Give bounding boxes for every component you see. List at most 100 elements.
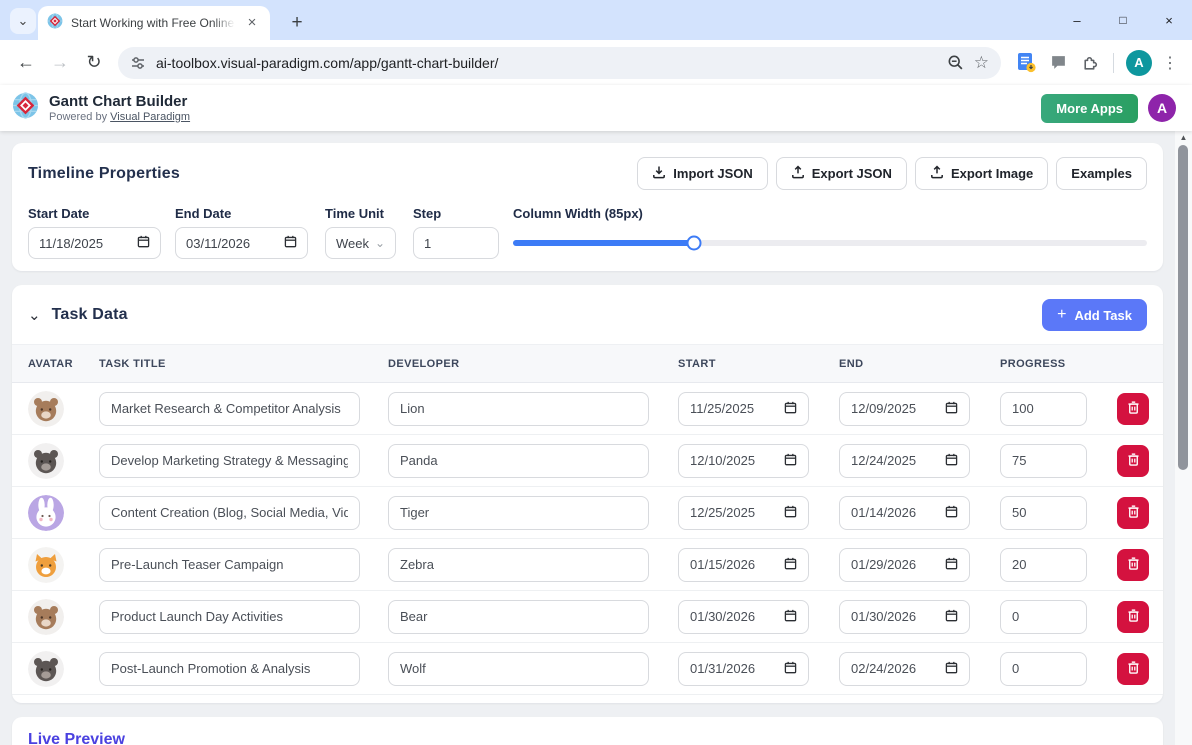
download-icon [652,165,666,182]
task-start-input[interactable]: 12/10/2025 [678,444,809,478]
maximize-button[interactable]: □ [1100,0,1146,40]
step-field: Step [413,206,499,259]
delete-task-button[interactable] [1117,601,1149,633]
column-task-title: TASK TITLE [99,358,388,370]
task-start-input[interactable]: 12/25/2025 [678,496,809,530]
calendar-icon [784,453,797,469]
task-developer-input[interactable] [388,652,649,686]
calendar-icon [784,401,797,417]
task-start-input[interactable]: 01/31/2026 [678,652,809,686]
task-progress-input[interactable] [1000,600,1087,634]
task-title-input[interactable] [99,600,360,634]
docs-offline-extension-icon[interactable] [1011,48,1041,78]
chevron-down-icon: ⌄ [375,236,385,250]
browser-tab[interactable]: Start Working with Free Online × [38,6,270,40]
close-button[interactable]: × [1146,0,1192,40]
delete-task-button[interactable] [1117,549,1149,581]
time-unit-select[interactable]: Week ⌄ [325,227,396,259]
task-end-input[interactable]: 01/14/2026 [839,496,970,530]
task-developer-input[interactable] [388,392,649,426]
timeline-properties-title: Timeline Properties [28,165,180,183]
visual-paradigm-link[interactable]: Visual Paradigm [110,111,190,123]
task-end-input[interactable]: 12/09/2025 [839,392,970,426]
browser-menu-icon[interactable]: ⋮ [1158,53,1182,73]
task-progress-input[interactable] [1000,496,1087,530]
start-date-input[interactable]: 11/18/2025 [28,227,161,259]
task-progress-input[interactable] [1000,392,1087,426]
task-table-row: 01/15/2026 01/29/2026 [12,539,1163,591]
add-task-button[interactable]: + Add Task [1042,299,1147,331]
task-title-input[interactable] [99,496,360,530]
task-progress-input[interactable] [1000,548,1087,582]
app-profile-avatar[interactable]: A [1148,94,1176,122]
slider-thumb[interactable] [686,236,701,251]
scrollbar-up-arrow[interactable]: ▲ [1175,133,1192,142]
tab-strip: ⌄ Start Working with Free Online × + – [0,0,1192,40]
back-button[interactable]: ← [10,47,42,79]
task-end-input[interactable]: 02/24/2026 [839,652,970,686]
task-start-input[interactable]: 01/15/2026 [678,548,809,582]
extensions-puzzle-icon[interactable] [1075,48,1105,78]
task-end-input[interactable]: 12/24/2025 [839,444,970,478]
scrollbar-thumb[interactable] [1178,145,1188,470]
task-end-input[interactable]: 01/30/2026 [839,600,970,634]
app-title-block: Gantt Chart Builder Powered by Visual Pa… [49,93,190,122]
end-date-field: End Date 03/11/2026 [175,206,308,259]
site-settings-icon[interactable] [130,55,146,71]
address-bar[interactable]: ai-toolbox.visual-paradigm.com/app/gantt… [118,47,1001,79]
task-title-input[interactable] [99,392,360,426]
column-width-slider[interactable] [513,240,1147,246]
app-header: Gantt Chart Builder Powered by Visual Pa… [0,85,1192,131]
delete-task-button[interactable] [1117,445,1149,477]
task-start-input[interactable]: 01/30/2026 [678,600,809,634]
task-progress-input[interactable] [1000,444,1087,478]
delete-task-button[interactable] [1117,653,1149,685]
tab-search-button[interactable]: ⌄ [10,8,36,34]
plus-icon: + [1057,306,1066,324]
forward-button[interactable]: → [44,47,76,79]
end-date-input[interactable]: 03/11/2026 [175,227,308,259]
browser-profile-avatar[interactable]: A [1126,50,1152,76]
task-progress-input[interactable] [1000,652,1087,686]
new-tab-button[interactable]: + [284,10,310,36]
task-table-row: 12/25/2025 01/14/2026 [12,487,1163,539]
task-start-input[interactable]: 11/25/2025 [678,392,809,426]
task-developer-input[interactable] [388,496,649,530]
upload-icon [930,165,944,182]
delete-task-button[interactable] [1117,393,1149,425]
minimize-button[interactable]: – [1054,0,1100,40]
task-developer-input[interactable] [388,600,649,634]
step-label: Step [413,206,499,221]
page-content: Timeline Properties Import JSON [0,131,1175,745]
import-json-button[interactable]: Import JSON [637,157,767,190]
export-json-button[interactable]: Export JSON [776,157,907,190]
column-progress: PROGRESS [1000,358,1117,370]
task-title-input[interactable] [99,548,360,582]
calendar-icon [945,505,958,521]
task-developer-input[interactable] [388,548,649,582]
step-input[interactable] [424,236,488,251]
collapse-chevron-icon[interactable]: ⌄ [28,306,41,324]
task-title-input[interactable] [99,652,360,686]
zoom-out-icon[interactable] [947,54,964,71]
task-title-input[interactable] [99,444,360,478]
task-end-input[interactable]: 01/29/2026 [839,548,970,582]
calendar-icon [945,609,958,625]
bookmark-star-icon[interactable]: ☆ [974,54,989,71]
calendar-icon [784,557,797,573]
page-scrollbar[interactable]: ▲ [1175,131,1192,745]
column-developer: DEVELOPER [388,358,678,370]
more-apps-button[interactable]: More Apps [1041,94,1138,123]
task-developer-input[interactable] [388,444,649,478]
column-avatar: AVATAR [28,358,99,370]
delete-task-button[interactable] [1117,497,1149,529]
tab-favicon [47,13,63,34]
examples-button[interactable]: Examples [1056,157,1147,190]
reload-button[interactable]: ↻ [78,47,110,79]
export-image-button[interactable]: Export Image [915,157,1048,190]
calendar-icon [945,661,958,677]
feedback-extension-icon[interactable] [1043,48,1073,78]
tab-close-icon[interactable]: × [243,14,261,32]
column-start: START [678,358,839,370]
url-text[interactable]: ai-toolbox.visual-paradigm.com/app/gantt… [156,55,937,71]
